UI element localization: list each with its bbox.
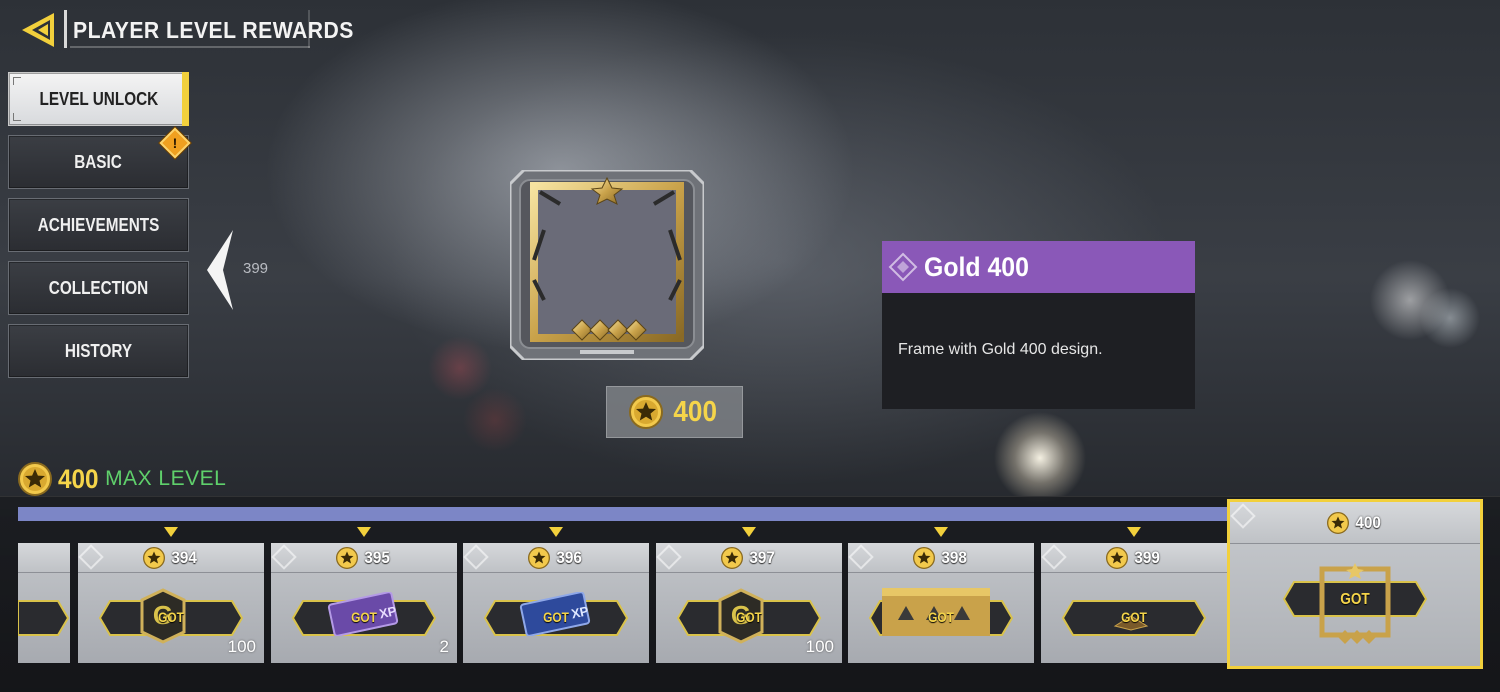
level-marker-icon	[1127, 527, 1141, 537]
reward-card-396[interactable]: 396 XP GOT	[463, 543, 649, 663]
current-level: 400	[58, 463, 99, 494]
got-label: GOT	[158, 609, 184, 625]
sidebar-item-collection[interactable]: COLLECTION	[8, 261, 189, 315]
back-arrow-icon[interactable]	[18, 10, 62, 50]
reward-card-header: 397	[656, 543, 842, 573]
reward-quantity: 2	[439, 637, 449, 656]
rank-star-icon	[528, 546, 551, 569]
rarity-diamond-icon	[463, 544, 489, 570]
level-marker-icon	[164, 527, 178, 537]
sidebar-item-label: LEVEL UNLOCK	[39, 88, 158, 109]
level-progress-bar	[18, 507, 1228, 521]
sidebar-item-level-unlock[interactable]: LEVEL UNLOCK	[8, 72, 189, 126]
gold-frame-preview-icon	[510, 170, 704, 360]
reward-card-header: 395	[271, 543, 457, 573]
got-label: GOT	[1121, 609, 1147, 625]
sidebar-item-achievements[interactable]: ACHIEVEMENTS	[8, 198, 189, 252]
reward-level: 395	[364, 547, 391, 567]
reward-card-397[interactable]: 397 G GOT 100	[656, 543, 842, 663]
rarity-diamond-icon	[1041, 544, 1067, 570]
price-tag: 400	[606, 386, 743, 438]
reward-quantity: 100	[805, 637, 834, 656]
got-label: GOT	[736, 609, 762, 625]
reward-card-400[interactable]: 400 GOT	[1227, 499, 1483, 669]
reward-level: 394	[171, 547, 198, 567]
level-status: 400 MAX LEVEL	[18, 462, 226, 496]
sidebar-item-basic[interactable]: BASIC !	[8, 127, 191, 189]
previous-level-number: 399	[243, 260, 269, 277]
item-info-header: Gold 400	[882, 241, 1195, 293]
rank-star-icon	[913, 546, 936, 569]
rarity-diamond-icon	[78, 544, 104, 570]
rarity-diamond-icon	[1230, 503, 1256, 529]
alert-icon: !	[159, 127, 191, 159]
sidebar-item-label: HISTORY	[64, 340, 133, 361]
item-name: Gold 400	[924, 251, 1029, 282]
rank-star-icon	[143, 546, 166, 569]
rank-star-icon	[1327, 511, 1350, 534]
max-level-label: MAX LEVEL	[105, 467, 227, 490]
rank-star-icon	[1106, 546, 1129, 569]
rarity-diamond-icon	[656, 544, 682, 570]
got-label: GOT	[351, 609, 377, 625]
rarity-diamond-icon	[888, 252, 918, 282]
rank-star-icon	[629, 395, 664, 429]
reward-card-395[interactable]: 395 XP GOT 2	[271, 543, 457, 663]
title-underline	[70, 46, 310, 48]
reward-card-399[interactable]: 399 GOT	[1041, 543, 1227, 663]
got-label: GOT	[543, 609, 569, 625]
reward-level: 397	[749, 547, 776, 567]
sidebar-item-label: ACHIEVEMENTS	[37, 214, 160, 235]
rarity-diamond-icon	[271, 544, 297, 570]
rank-star-icon	[721, 546, 744, 569]
sidebar-item-label: COLLECTION	[48, 277, 149, 298]
item-description: Frame with Gold 400 design.	[898, 341, 1103, 358]
sidebar-item-history[interactable]: HISTORY	[8, 324, 189, 378]
level-marker-icon	[742, 527, 756, 537]
price-value: 400	[673, 395, 718, 428]
reward-card-header: 394	[78, 543, 264, 573]
chevron-left-icon[interactable]	[205, 228, 235, 312]
level-marker-icon	[934, 527, 948, 537]
level-marker-icon	[357, 527, 371, 537]
reward-card-header: 399	[1041, 543, 1227, 573]
rarity-diamond-icon	[848, 544, 874, 570]
level-marker-icon	[549, 527, 563, 537]
reward-card-394[interactable]: 394 G GOT 100	[78, 543, 264, 663]
page-title: PLAYER LEVEL REWARDS	[73, 17, 354, 43]
sidebar-item-label: BASIC	[74, 151, 123, 172]
got-label: GOT	[928, 609, 954, 625]
rank-star-icon	[18, 462, 52, 496]
reward-level: 396	[556, 547, 583, 567]
reward-level: 400	[1355, 512, 1382, 532]
reward-card-398[interactable]: 398 GOT	[848, 543, 1034, 663]
got-hex-icon	[18, 600, 70, 636]
reward-level: 398	[941, 547, 968, 567]
got-label: GOT	[1340, 591, 1370, 608]
reward-level: 399	[1134, 547, 1161, 567]
reward-card-header: 396	[463, 543, 649, 573]
reward-card-header: 400	[1230, 502, 1480, 544]
rank-star-icon	[336, 546, 359, 569]
header-divider	[64, 10, 67, 48]
title-bar	[308, 10, 310, 48]
reward-quantity: 100	[227, 637, 256, 656]
reward-card-header: 398	[848, 543, 1034, 573]
reward-card-partial[interactable]	[18, 543, 70, 663]
item-info-card: Gold 400 Frame with Gold 400 design.	[882, 241, 1195, 409]
